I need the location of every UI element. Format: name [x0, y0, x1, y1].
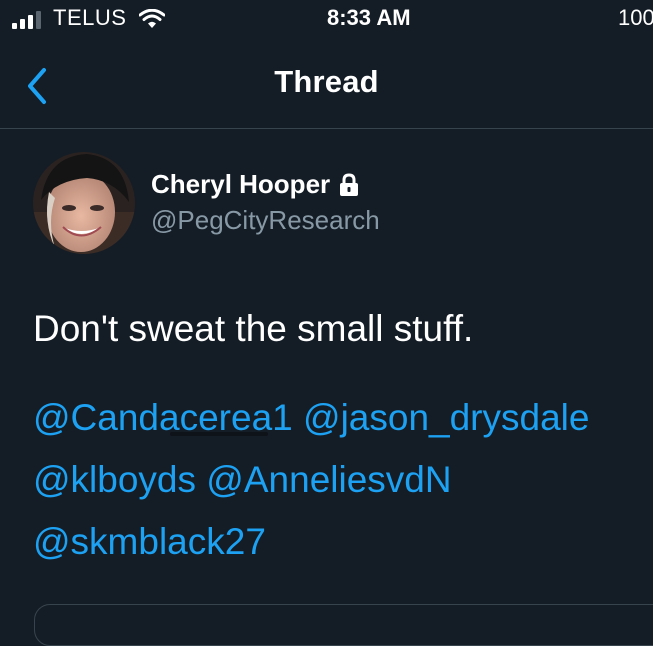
mention-link[interactable]: @jason_drysdale — [303, 397, 589, 438]
display-name-text: Cheryl Hooper — [151, 169, 331, 199]
status-bar: TELUS 8:33 AM 100 — [0, 0, 653, 42]
battery-percentage: 100 — [618, 5, 653, 30]
author-handle[interactable]: @PegCityResearch — [151, 205, 380, 236]
status-time: 8:33 AM — [327, 5, 411, 30]
underline-annotation — [170, 432, 268, 436]
page-title: Thread — [274, 64, 379, 99]
tweet-text: Don't sweat the small stuff. — [33, 308, 474, 349]
avatar[interactable] — [33, 152, 135, 254]
avatar-image — [33, 152, 135, 254]
carrier-name: TELUS — [53, 5, 127, 30]
tweet-mentions: @Candacerea1 @jason_drysdale @klboyds @A… — [33, 387, 643, 573]
author-display-name[interactable]: Cheryl Hooper — [151, 169, 360, 200]
mention-link[interactable]: @AnneliesvdN — [206, 459, 451, 500]
quoted-card-edge — [34, 604, 653, 646]
cellular-signal-icon — [12, 11, 41, 29]
mention-link[interactable]: @skmblack27 — [33, 521, 266, 562]
navigation-bar: Thread — [0, 42, 653, 129]
mention-link[interactable]: @klboyds — [33, 459, 196, 500]
wifi-icon — [139, 9, 165, 28]
lock-icon — [340, 172, 359, 196]
